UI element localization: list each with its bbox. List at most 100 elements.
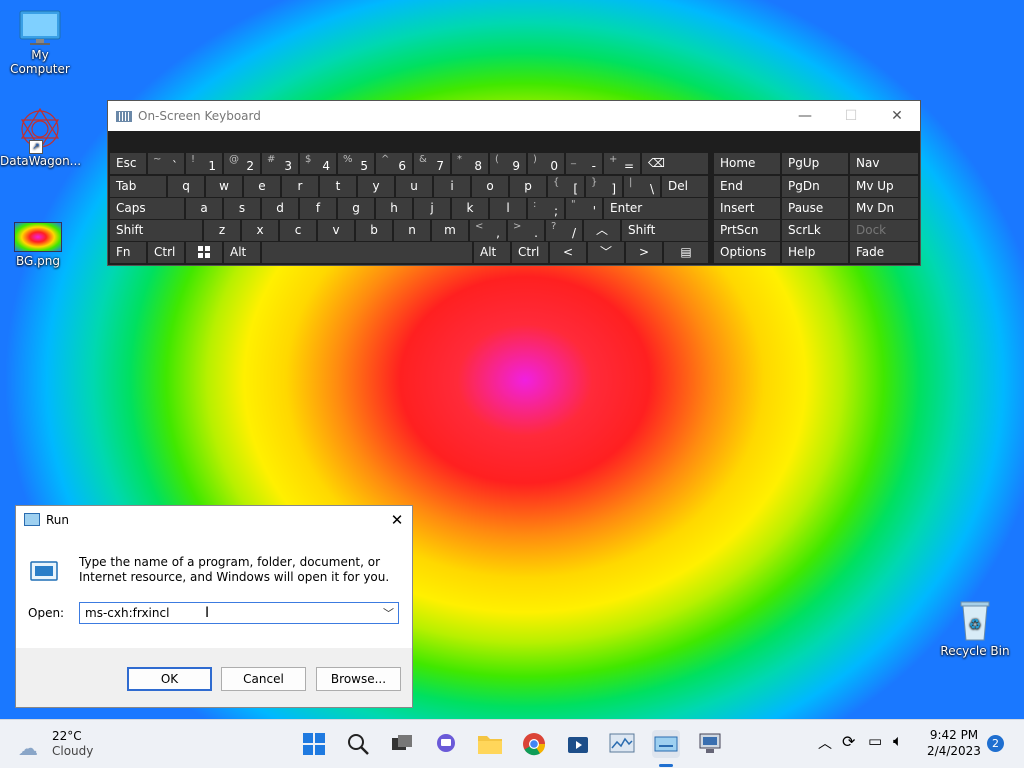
key-semicolon[interactable]: :; bbox=[528, 198, 564, 219]
key-rctrl[interactable]: Ctrl bbox=[512, 242, 548, 263]
key-backtick[interactable]: ~ ` bbox=[148, 153, 184, 174]
key-options[interactable]: Options bbox=[714, 242, 780, 263]
browse-button[interactable]: Browse... bbox=[316, 667, 401, 691]
key-k[interactable]: k bbox=[452, 198, 488, 219]
media-app-button[interactable] bbox=[564, 730, 592, 758]
key-0[interactable]: ) 0 bbox=[528, 153, 564, 174]
key-help[interactable]: Help bbox=[782, 242, 848, 263]
key-lbracket[interactable]: {[ bbox=[548, 176, 584, 197]
key-s[interactable]: s bbox=[224, 198, 260, 219]
key-h[interactable]: h bbox=[376, 198, 412, 219]
key-ralt[interactable]: Alt bbox=[474, 242, 510, 263]
key-lalt[interactable]: Alt bbox=[224, 242, 260, 263]
key-space[interactable] bbox=[262, 242, 472, 263]
key-minus[interactable]: _ - bbox=[566, 153, 602, 174]
desktop-icon-datawagon[interactable]: ↗ DataWagon... bbox=[0, 106, 81, 168]
chat-button[interactable] bbox=[432, 730, 460, 758]
key-b[interactable]: b bbox=[356, 220, 392, 241]
key-rshift[interactable]: Shift bbox=[622, 220, 708, 241]
desktop-icon-my-computer[interactable]: My Computer bbox=[0, 10, 80, 76]
start-button[interactable] bbox=[300, 730, 328, 758]
key-caps[interactable]: Caps bbox=[110, 198, 184, 219]
key-o[interactable]: o bbox=[472, 176, 508, 197]
key-n[interactable]: n bbox=[394, 220, 430, 241]
close-button[interactable]: ✕ bbox=[382, 506, 412, 533]
chevron-down-icon[interactable]: ﹀ bbox=[383, 605, 394, 621]
key-8[interactable]: * 8 bbox=[452, 153, 488, 174]
key-pgdn[interactable]: PgDn bbox=[782, 176, 848, 197]
volume-icon[interactable]: 🔈︎ bbox=[893, 731, 903, 751]
key-backslash[interactable]: | \ bbox=[624, 176, 660, 197]
key-right-arrow[interactable]: > bbox=[626, 242, 662, 263]
key-windows[interactable] bbox=[186, 242, 222, 263]
key-t[interactable]: t bbox=[320, 176, 356, 197]
key-tab[interactable]: Tab bbox=[110, 176, 166, 197]
key-equals[interactable]: + = bbox=[604, 153, 640, 174]
remote-desktop-button[interactable] bbox=[696, 730, 724, 758]
key-v[interactable]: v bbox=[318, 220, 354, 241]
key-scrlk[interactable]: ScrLk bbox=[782, 220, 848, 241]
run-titlebar[interactable]: Run ✕ bbox=[16, 506, 412, 533]
key-d[interactable]: d bbox=[262, 198, 298, 219]
key-e[interactable]: e bbox=[244, 176, 280, 197]
key-pause[interactable]: Pause bbox=[782, 198, 848, 219]
key-j[interactable]: j bbox=[414, 198, 450, 219]
key-f[interactable]: f bbox=[300, 198, 336, 219]
open-combobox[interactable]: ﹀ bbox=[79, 602, 399, 624]
key-mv-dn[interactable]: Mv Dn bbox=[850, 198, 918, 219]
key-down-arrow[interactable]: ﹀ bbox=[588, 242, 624, 263]
key-fn[interactable]: Fn bbox=[110, 242, 146, 263]
key-5[interactable]: % 5 bbox=[338, 153, 374, 174]
osk-titlebar[interactable]: On-Screen Keyboard — ☐ ✕ bbox=[108, 101, 920, 131]
key-del[interactable]: Del bbox=[662, 176, 708, 197]
key-rbracket[interactable]: }] bbox=[586, 176, 622, 197]
key-q[interactable]: q bbox=[168, 176, 204, 197]
key-fade[interactable]: Fade bbox=[850, 242, 918, 263]
key-lshift[interactable]: Shift bbox=[110, 220, 202, 241]
key-l[interactable]: l bbox=[490, 198, 526, 219]
key-period[interactable]: >. bbox=[508, 220, 544, 241]
key-6[interactable]: ^ 6 bbox=[376, 153, 412, 174]
key-p[interactable]: p bbox=[510, 176, 546, 197]
maximize-button[interactable]: ☐ bbox=[828, 101, 874, 131]
key-mv-up[interactable]: Mv Up bbox=[850, 176, 918, 197]
ok-button[interactable]: OK bbox=[127, 667, 212, 691]
show-hidden-icons-button[interactable]: ︿ bbox=[818, 733, 832, 753]
notification-badge[interactable]: 2 bbox=[987, 735, 1004, 752]
key-c[interactable]: c bbox=[280, 220, 316, 241]
weather-widget[interactable]: ☁ 22°C Cloudy bbox=[14, 728, 124, 760]
key-insert[interactable]: Insert bbox=[714, 198, 780, 219]
key-left-arrow[interactable]: < bbox=[550, 242, 586, 263]
key-menu[interactable]: ▤ bbox=[664, 242, 708, 263]
chrome-button[interactable] bbox=[520, 730, 548, 758]
key-r[interactable]: r bbox=[282, 176, 318, 197]
desktop-icon-bg-png[interactable]: BG.png bbox=[0, 222, 78, 268]
key-y[interactable]: y bbox=[358, 176, 394, 197]
key-lctrl[interactable]: Ctrl bbox=[148, 242, 184, 263]
key-pgup[interactable]: PgUp bbox=[782, 153, 848, 174]
task-view-button[interactable] bbox=[388, 730, 416, 758]
key-u[interactable]: u bbox=[396, 176, 432, 197]
key-3[interactable]: #3 bbox=[262, 153, 298, 174]
open-input[interactable] bbox=[80, 603, 375, 623]
sync-icon[interactable]: ⟳ bbox=[842, 732, 855, 751]
key-home[interactable]: Home bbox=[714, 153, 780, 174]
key-7[interactable]: & 7 bbox=[414, 153, 450, 174]
key-1[interactable]: ! 1 bbox=[186, 153, 222, 174]
key-x[interactable]: x bbox=[242, 220, 278, 241]
desktop-icon-recycle-bin[interactable]: ♻ Recycle Bin bbox=[935, 598, 1015, 658]
search-button[interactable] bbox=[344, 730, 372, 758]
key-slash[interactable]: ? / bbox=[546, 220, 582, 241]
cancel-button[interactable]: Cancel bbox=[221, 667, 306, 691]
file-explorer-button[interactable] bbox=[476, 730, 504, 758]
key-backspace[interactable]: ⌫ bbox=[642, 153, 708, 174]
key-enter[interactable]: Enter bbox=[604, 198, 708, 219]
close-button[interactable]: ✕ bbox=[874, 101, 920, 131]
key-2[interactable]: @2 bbox=[224, 153, 260, 174]
key-w[interactable]: w bbox=[206, 176, 242, 197]
key-z[interactable]: z bbox=[204, 220, 240, 241]
key-i[interactable]: i bbox=[434, 176, 470, 197]
minimize-button[interactable]: — bbox=[782, 101, 828, 131]
performance-monitor-button[interactable] bbox=[608, 730, 636, 758]
key-m[interactable]: m bbox=[432, 220, 468, 241]
